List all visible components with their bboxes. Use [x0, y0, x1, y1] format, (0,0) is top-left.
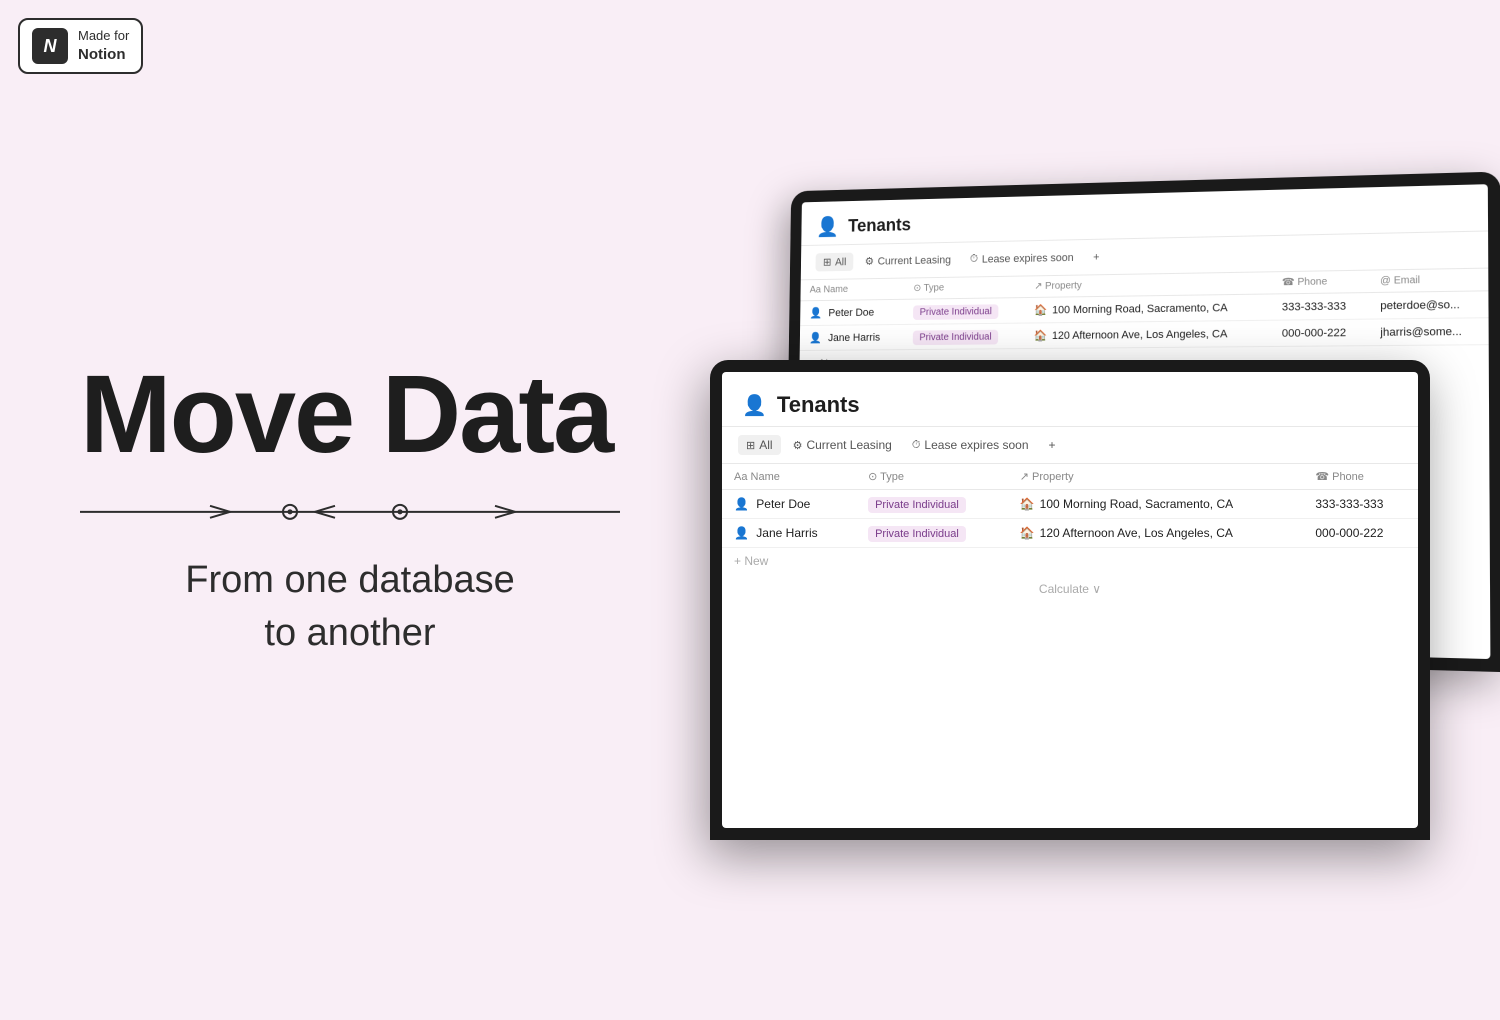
row2-property: 🏠 120 Afternoon Ave, Los Angeles, CA: [1024, 320, 1271, 348]
front-row1-property: 🏠 100 Morning Road, Sacramento, CA: [1008, 490, 1304, 519]
calculate-row[interactable]: Calculate ∨: [722, 574, 1418, 604]
sub-title: From one database to another: [80, 554, 620, 660]
row1-property: 🏠 100 Morning Road, Sacramento, CA: [1024, 294, 1271, 323]
front-col-type[interactable]: ⊙ Type: [856, 464, 1008, 490]
row1-type: Private Individual: [904, 298, 1025, 325]
divider-line: [80, 498, 620, 526]
back-db-title: Tenants: [848, 215, 911, 237]
front-row1-name: 👤 Peter Doe: [722, 490, 856, 519]
table-row: 👤 Jane Harris Private Individual 🏠 120 A…: [722, 519, 1418, 548]
back-tab-add[interactable]: +: [1085, 248, 1107, 266]
left-content: Move Data From one database to another: [80, 360, 620, 660]
badge-text: Made for Notion: [78, 28, 129, 64]
front-row2-name: 👤 Jane Harris: [722, 519, 856, 548]
table-row: 👤 Peter Doe Private Individual 🏠 100 Mor…: [722, 490, 1418, 519]
back-tab-all[interactable]: ⊞ All: [815, 253, 853, 272]
front-new-row[interactable]: + New: [722, 548, 1418, 574]
front-col-property[interactable]: ↗ Property: [1008, 464, 1304, 490]
col-type[interactable]: ⊙ Type: [904, 277, 1025, 300]
front-tab-expires[interactable]: ⏱ Lease expires soon: [904, 435, 1037, 455]
front-row2-type: Private Individual: [856, 519, 1008, 548]
row1-email: peterdoe@so...: [1370, 291, 1489, 319]
row1-phone: 333-333-333: [1272, 293, 1370, 321]
front-row1-type: Private Individual: [856, 490, 1008, 519]
front-row2-phone: 000-000-222: [1303, 519, 1418, 548]
back-tab-expires[interactable]: ⏱ Lease expires soon: [962, 248, 1081, 269]
front-row2-property: 🏠 120 Afternoon Ave, Los Angeles, CA: [1008, 519, 1304, 548]
front-tab-all[interactable]: ⊞ All: [738, 435, 781, 455]
back-db-icon: 👤: [816, 215, 839, 239]
front-col-phone[interactable]: ☎ Phone: [1303, 464, 1418, 490]
right-content: 👤 Tenants ⊞ All ⚙ Current Leasing ⏱ Leas…: [710, 180, 1500, 900]
subtitle-line1: From one database: [185, 559, 515, 601]
front-col-name[interactable]: Aa Name: [722, 464, 856, 490]
notion-icon: N: [32, 28, 68, 64]
badge-line2: Notion: [78, 45, 129, 65]
front-screen-content: 👤 Tenants ⊞ All ⚙ Current Leasing ⏱ Leas…: [722, 372, 1418, 828]
col-name[interactable]: Aa Name: [800, 279, 904, 301]
front-db-title: Tenants: [777, 392, 860, 418]
row2-email: jharris@some...: [1370, 318, 1489, 346]
front-db-header: 👤 Tenants: [722, 372, 1418, 427]
row2-phone: 000-000-222: [1272, 319, 1370, 346]
notion-badge: N Made for Notion: [18, 18, 143, 74]
front-db-table: Aa Name ⊙ Type ↗ Property ☎ Phone 👤 Pete…: [722, 464, 1418, 548]
front-db-icon: 👤: [742, 393, 767, 418]
row1-name: 👤 Peter Doe: [800, 299, 904, 325]
back-tab-leasing[interactable]: ⚙ Current Leasing: [857, 250, 958, 270]
badge-line1: Made for: [78, 28, 129, 45]
front-tab-leasing[interactable]: ⚙ Current Leasing: [785, 435, 900, 455]
front-row1-phone: 333-333-333: [1303, 490, 1418, 519]
col-phone[interactable]: ☎ Phone: [1272, 271, 1370, 294]
laptop-front: 👤 Tenants ⊞ All ⚙ Current Leasing ⏱ Leas…: [710, 360, 1430, 840]
row2-type: Private Individual: [903, 323, 1024, 350]
subtitle-line2: to another: [264, 612, 435, 654]
back-db-table: Aa Name ⊙ Type ↗ Property ☎ Phone @ Emai…: [800, 269, 1489, 351]
front-tab-add[interactable]: +: [1041, 435, 1064, 455]
col-email[interactable]: @ Email: [1370, 269, 1489, 293]
row2-name: 👤 Jane Harris: [800, 324, 904, 350]
front-db-tabs: ⊞ All ⚙ Current Leasing ⏱ Lease expires …: [722, 427, 1418, 464]
main-title: Move Data: [80, 360, 620, 470]
